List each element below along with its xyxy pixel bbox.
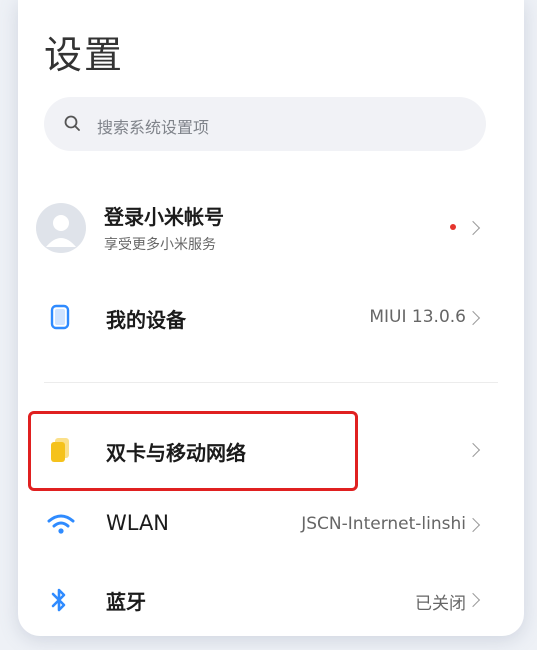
settings-item-wlan[interactable]: WLAN JSCN-Internet-linshi xyxy=(18,505,524,545)
page-title: 设置 xyxy=(44,33,125,77)
account-row[interactable]: 登录小米帐号 享受更多小米服务 xyxy=(18,198,524,260)
search-placeholder: 搜索系统设置项 xyxy=(97,118,210,137)
chevron-right-icon xyxy=(465,220,481,236)
chevron-right-icon xyxy=(465,592,481,608)
wifi-icon xyxy=(47,514,75,534)
search-icon xyxy=(64,115,80,131)
divider xyxy=(44,382,498,383)
item-label: WLAN xyxy=(106,511,170,535)
item-value: 已关闭 xyxy=(415,594,466,614)
item-label: 我的设备 xyxy=(106,308,186,332)
search-bar[interactable]: 搜索系统设置项 xyxy=(44,97,486,151)
notification-dot xyxy=(450,224,456,230)
chevron-right-icon xyxy=(465,442,481,458)
settings-item-my-device[interactable]: 我的设备 MIUI 13.0.6 xyxy=(18,298,524,338)
highlight-box xyxy=(28,411,358,491)
account-title: 登录小米帐号 xyxy=(104,205,224,229)
item-label: 蓝牙 xyxy=(106,590,146,614)
item-value: JSCN-Internet-linshi xyxy=(301,514,466,534)
chevron-right-icon xyxy=(465,517,481,533)
settings-panel: 设置 搜索系统设置项 登录小米帐号 享受更多小米服务 我的设备 MIUI 13.… xyxy=(18,0,524,636)
device-icon xyxy=(50,304,70,330)
avatar-icon xyxy=(36,203,86,253)
chevron-right-icon xyxy=(465,310,481,326)
settings-item-bluetooth[interactable]: 蓝牙 已关闭 xyxy=(18,580,524,620)
bluetooth-icon xyxy=(51,588,66,612)
account-subtitle: 享受更多小米服务 xyxy=(104,237,216,253)
item-value: MIUI 13.0.6 xyxy=(369,307,466,327)
